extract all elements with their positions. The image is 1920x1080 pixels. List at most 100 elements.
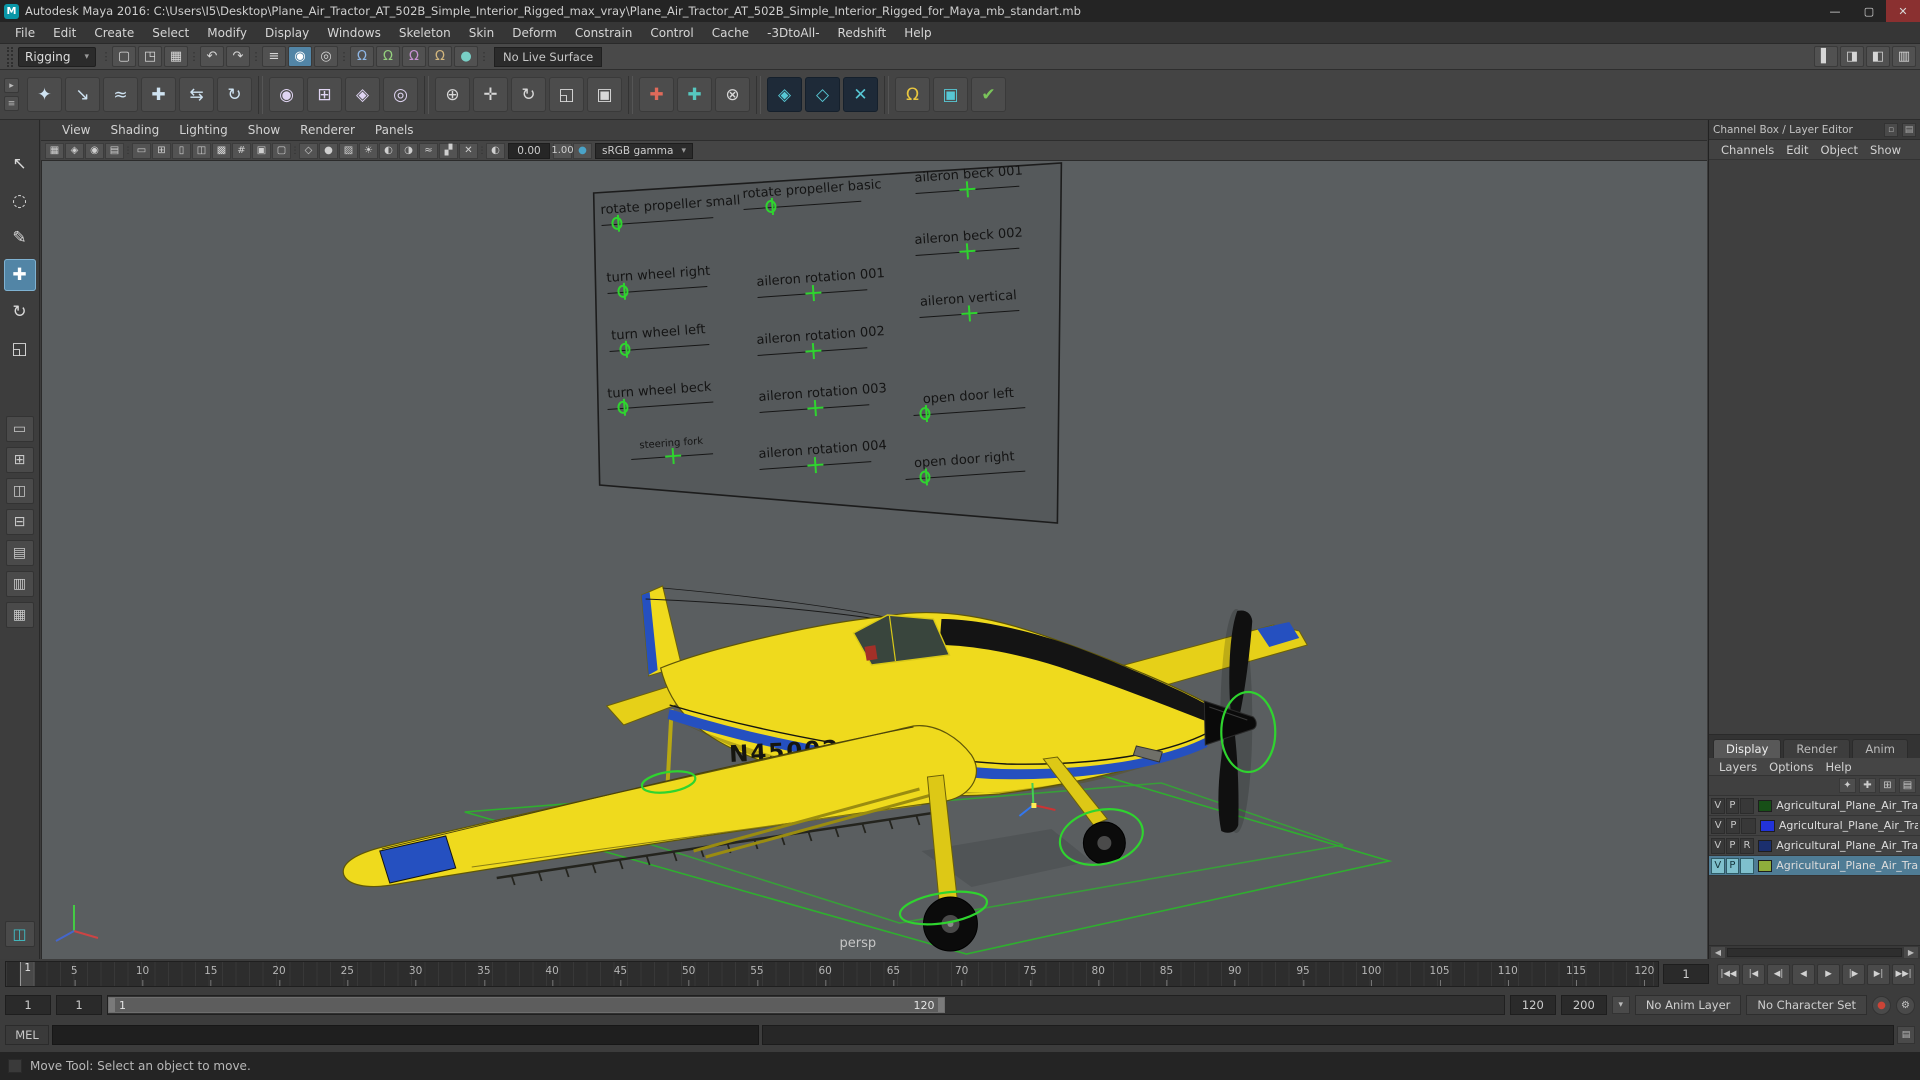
aim-constraint-icon[interactable]: ✛ xyxy=(473,77,508,112)
layer-playback-toggle[interactable]: P xyxy=(1725,837,1740,854)
toggle-tool-settings-icon[interactable]: ◧ xyxy=(1866,46,1890,67)
layer-visibility-toggle[interactable]: V xyxy=(1711,857,1725,874)
wrap-deformer-icon[interactable]: ◈ xyxy=(345,77,380,112)
snap-point-icon[interactable]: Ω xyxy=(402,46,426,67)
shaded-icon[interactable]: ● xyxy=(319,142,338,159)
layer-row[interactable]: V P Agricultural_Plane_Air_Tracto xyxy=(1709,856,1920,876)
maximize-button[interactable]: ▢ xyxy=(1852,0,1886,22)
create-joint-icon[interactable]: ✦ xyxy=(27,77,62,112)
rig-slider-handle[interactable] xyxy=(665,447,682,464)
field-chart-icon[interactable]: # xyxy=(232,142,251,159)
mel-result-field[interactable] xyxy=(761,1025,1894,1045)
layer-display-type-toggle[interactable] xyxy=(1741,817,1756,834)
tab-render[interactable]: Render xyxy=(1783,739,1851,758)
nconstraint-icon[interactable]: ✕ xyxy=(843,77,878,112)
hypershade-icon[interactable]: ▣ xyxy=(933,77,968,112)
layer-name[interactable]: Agricultural_Plane_Air_Tracto xyxy=(1776,859,1918,872)
rig-slider-handle[interactable] xyxy=(959,243,976,260)
cb-menu-channels[interactable]: Channels xyxy=(1717,143,1778,157)
rig-slider-handle[interactable] xyxy=(805,343,822,360)
vp-menu-view[interactable]: View xyxy=(53,123,99,137)
menu-select[interactable]: Select xyxy=(143,26,198,40)
shelf-tabs-toggle-icon[interactable]: ▸ xyxy=(4,78,19,93)
statusline-separator[interactable]: ⋮ xyxy=(189,46,200,67)
layer-menu-help[interactable]: Help xyxy=(1821,760,1855,774)
ik-spline-icon[interactable]: ≈ xyxy=(103,77,138,112)
menu-display[interactable]: Display xyxy=(256,26,318,40)
animation-preferences-icon[interactable]: ⚙ xyxy=(1896,995,1915,1015)
nrigid-icon[interactable]: ◇ xyxy=(805,77,840,112)
layer-row[interactable]: V P R Agricultural_Plane_Air_Tracto xyxy=(1709,836,1920,856)
safe-action-icon[interactable]: ▣ xyxy=(252,142,271,159)
left-wing[interactable] xyxy=(342,725,977,888)
rig-slider-handle[interactable] xyxy=(959,181,976,198)
bind-pose-icon[interactable]: ✔ xyxy=(971,77,1006,112)
select-component-icon[interactable]: ◎ xyxy=(314,46,338,67)
orient-constraint-icon[interactable]: ↻ xyxy=(511,77,546,112)
menu-create[interactable]: Create xyxy=(85,26,143,40)
script-editor-icon[interactable]: ▤ xyxy=(1897,1026,1915,1044)
menu-skeleton[interactable]: Skeleton xyxy=(390,26,460,40)
play-backwards-button[interactable]: ◀ xyxy=(1792,963,1815,985)
time-slider[interactable]: 1 5 10 15 20 25 30 35 40 45 50 55 60 65 … xyxy=(5,961,1659,987)
tab-display[interactable]: Display xyxy=(1713,739,1782,758)
menu-skin[interactable]: Skin xyxy=(460,26,504,40)
film-gate-icon[interactable]: ▯ xyxy=(172,142,191,159)
layer-display-type-toggle[interactable]: R xyxy=(1740,837,1754,854)
parent-constraint-icon[interactable]: ▣ xyxy=(587,77,622,112)
shadows-icon[interactable]: ◐ xyxy=(379,142,398,159)
tab-anim[interactable]: Anim xyxy=(1852,739,1908,758)
panel-menu-icon[interactable]: ▤ xyxy=(1902,122,1916,137)
layout-two-pane-stacked-icon[interactable]: ⊟ xyxy=(5,509,34,535)
detach-skin-icon[interactable]: ✚ xyxy=(677,77,712,112)
move-tool-icon[interactable]: ✚ xyxy=(3,259,36,291)
statusline-grip[interactable] xyxy=(7,46,13,67)
exposure-field[interactable]: 0.00 xyxy=(508,142,550,159)
multisample-icon[interactable]: ▞ xyxy=(439,142,458,159)
mel-command-input[interactable] xyxy=(52,1025,759,1045)
play-forwards-button[interactable]: ▶ xyxy=(1817,963,1840,985)
layer-color-swatch[interactable] xyxy=(1757,859,1773,872)
layer-menu-options[interactable]: Options xyxy=(1765,760,1817,774)
safe-title-icon[interactable]: ▢ xyxy=(272,142,291,159)
lights-icon[interactable]: ☀ xyxy=(359,142,378,159)
panel-dock-icon[interactable]: ▫ xyxy=(1884,122,1898,137)
layer-row[interactable]: V P Agricultural_Plane_Air_Trac xyxy=(1709,816,1920,836)
lattice-icon[interactable]: ⊞ xyxy=(307,77,342,112)
color-management-icon[interactable]: ● xyxy=(573,142,592,159)
go-to-start-button[interactable]: |◀◀ xyxy=(1717,963,1740,985)
shelf-menu-icon[interactable]: ≡ xyxy=(4,96,19,111)
create-layer-from-selected-icon[interactable]: ⊞ xyxy=(1879,778,1896,793)
close-button[interactable]: ✕ xyxy=(1886,0,1920,22)
layout-hypershade-persp-icon[interactable]: ▦ xyxy=(5,602,34,628)
statusline-separator[interactable]: ⋮ xyxy=(101,46,112,67)
step-back-key-button[interactable]: ◀| xyxy=(1767,963,1790,985)
live-surface-field[interactable]: No Live Surface xyxy=(494,46,603,67)
character-set-selector[interactable]: No Character Set xyxy=(1746,995,1867,1015)
camera-attributes-icon[interactable]: ◉ xyxy=(85,142,104,159)
layer-display-type-toggle[interactable] xyxy=(1740,857,1754,874)
vp-menu-renderer[interactable]: Renderer xyxy=(291,123,364,137)
layer-color-swatch[interactable] xyxy=(1759,819,1775,832)
menu-set-selector[interactable]: Rigging ▾ xyxy=(18,46,96,67)
layout-three-pane-icon[interactable]: ▤ xyxy=(5,540,34,566)
mirror-joint-icon[interactable]: ⇆ xyxy=(179,77,214,112)
snap-grid-icon[interactable]: Ω xyxy=(350,46,374,67)
toggle-attribute-editor-icon[interactable]: ◨ xyxy=(1840,46,1864,67)
paint-select-tool-icon[interactable]: ✎ xyxy=(4,222,36,254)
current-frame-field[interactable]: 1 xyxy=(1663,964,1709,984)
rig-slider-handle[interactable] xyxy=(961,305,978,322)
occlusion-icon[interactable]: ◑ xyxy=(399,142,418,159)
current-time-marker[interactable]: 1 xyxy=(19,962,35,986)
view-grid-icon[interactable]: ⊞ xyxy=(152,142,171,159)
exposure-icon[interactable]: ◐ xyxy=(486,142,505,159)
select-hierarchy-icon[interactable]: ≡ xyxy=(262,46,286,67)
mirror-skin-weights-icon[interactable]: ⊗ xyxy=(715,77,750,112)
toggle-modeling-toolkit-icon[interactable]: ▌ xyxy=(1814,46,1838,67)
gate-mask-icon[interactable]: ▩ xyxy=(212,142,231,159)
layer-visibility-toggle[interactable]: V xyxy=(1711,837,1725,854)
menu-modify[interactable]: Modify xyxy=(198,26,256,40)
toggle-channel-box-icon[interactable]: ▥ xyxy=(1892,46,1916,67)
layout-outliner-persp-icon[interactable]: ▥ xyxy=(5,571,34,597)
select-tool-icon[interactable]: ↖ xyxy=(4,148,36,180)
